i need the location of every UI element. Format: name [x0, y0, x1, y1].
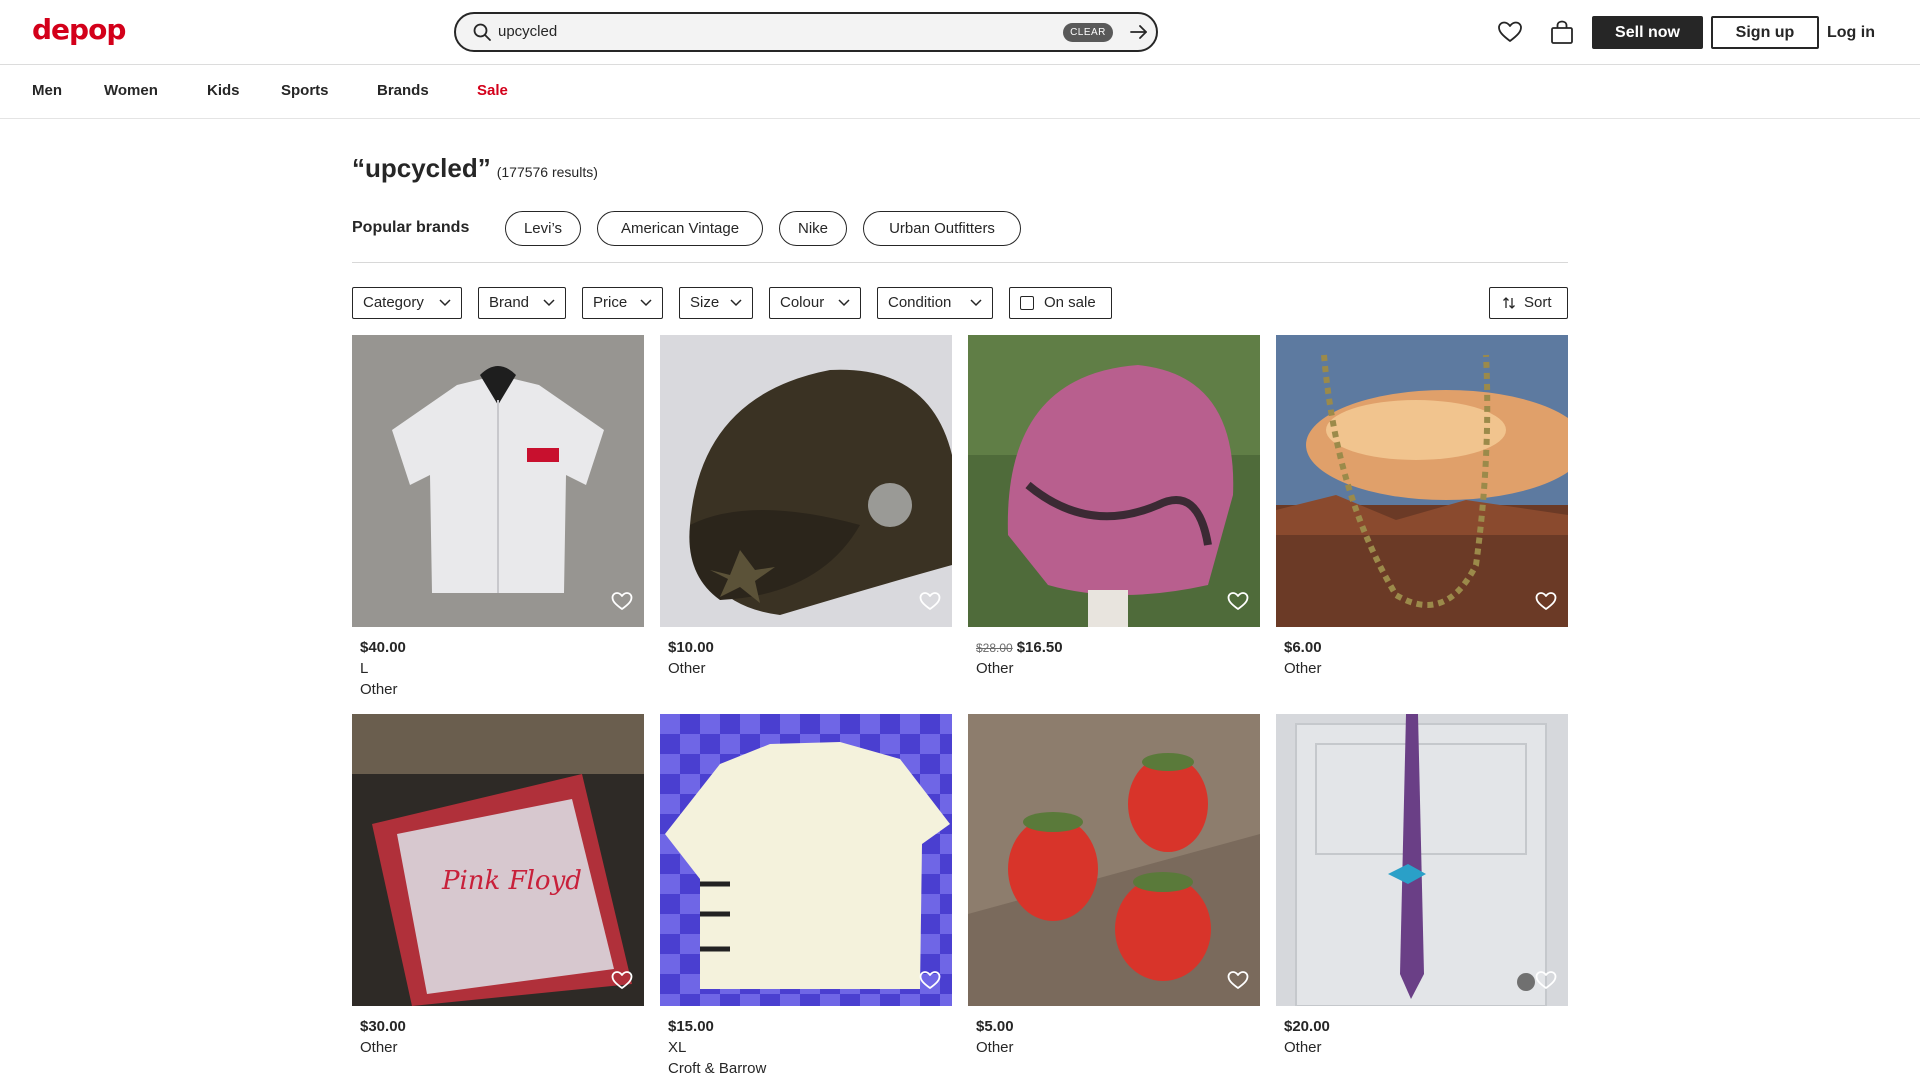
sort-icon	[1503, 297, 1515, 309]
product-brand: Other	[360, 681, 398, 698]
product-brand: Other	[668, 660, 706, 677]
sell-now-button[interactable]: Sell now	[1592, 16, 1703, 49]
product-image[interactable]	[1276, 335, 1568, 627]
top-bar: depop upcycled CLEAR Sell now Sign up Lo…	[0, 0, 1920, 65]
search-input[interactable]: upcycled	[498, 23, 557, 40]
product-image[interactable]	[968, 714, 1260, 1006]
heart-icon[interactable]	[1534, 589, 1558, 613]
product-price: $28.00 $16.50	[976, 639, 1063, 656]
filter-category[interactable]: Category	[352, 287, 462, 319]
product-photo-bead-necklace	[1276, 335, 1568, 627]
results-count: (177576 results)	[496, 164, 598, 180]
product-price: $6.00	[1284, 639, 1322, 656]
sign-up-button[interactable]: Sign up	[1711, 16, 1819, 49]
heart-icon[interactable]	[610, 968, 634, 992]
product-brand: Other	[1284, 1039, 1322, 1056]
log-in-link[interactable]: Log in	[1827, 16, 1875, 49]
product-size: L	[360, 660, 369, 677]
heart-icon[interactable]	[1226, 589, 1250, 613]
filter-brand[interactable]: Brand	[478, 287, 566, 319]
search-bar[interactable]: upcycled CLEAR	[454, 12, 1158, 52]
chevron-down-icon	[439, 299, 451, 307]
heart-icon[interactable]	[1226, 968, 1250, 992]
bag-icon[interactable]	[1548, 18, 1576, 46]
brand-pill-urban-outfitters[interactable]: Urban Outfitters	[863, 211, 1021, 246]
chevron-down-icon	[640, 299, 652, 307]
product-photo-pink-floyd-patch: Pink Floyd	[352, 714, 644, 1006]
chevron-down-icon	[730, 299, 742, 307]
heart-icon[interactable]	[918, 968, 942, 992]
product-brand: Other	[976, 1039, 1014, 1056]
heart-icon[interactable]	[1534, 968, 1558, 992]
filter-category-label: Category	[363, 294, 424, 311]
popular-brands-label: Popular brands	[352, 219, 470, 236]
product-price: $10.00	[668, 639, 714, 656]
heart-icon[interactable]	[610, 589, 634, 613]
product-photo-polo-shirt	[660, 714, 952, 1006]
nav-item-women[interactable]: Women	[104, 82, 158, 99]
clear-search-button[interactable]: CLEAR	[1063, 23, 1113, 42]
filter-condition-label: Condition	[888, 294, 952, 311]
results-heading: “upcycled” (177576 results)	[352, 153, 598, 184]
product-price: $20.00	[1284, 1018, 1330, 1035]
product-brand: Other	[360, 1039, 398, 1056]
sort-label: Sort	[1524, 294, 1552, 311]
search-query-title: “upcycled”	[352, 153, 491, 183]
sort-button[interactable]: Sort	[1489, 287, 1568, 319]
product-price: $30.00	[360, 1018, 406, 1035]
filter-brand-label: Brand	[489, 294, 530, 311]
product-photo-brown-cap	[660, 335, 952, 627]
product-photo-strawberry-earrings	[968, 714, 1260, 1006]
divider	[352, 262, 1568, 263]
filter-condition[interactable]: Condition	[877, 287, 993, 319]
nav-item-sports[interactable]: Sports	[281, 82, 329, 99]
product-photo-white-shirt	[352, 335, 644, 627]
product-size: XL	[668, 1039, 687, 1056]
search-icon	[473, 23, 491, 41]
filter-on-sale[interactable]: On sale	[1009, 287, 1112, 319]
chevron-down-icon	[970, 299, 982, 307]
product-brand: Croft & Barrow	[668, 1060, 767, 1077]
heart-icon[interactable]	[1496, 18, 1524, 46]
checkbox-icon[interactable]	[1020, 296, 1034, 310]
product-brand: Other	[1284, 660, 1322, 677]
product-image[interactable]	[968, 335, 1260, 627]
nav-item-kids[interactable]: Kids	[207, 82, 240, 99]
brand-pill-levis[interactable]: Levi’s	[505, 211, 581, 246]
product-price: $15.00	[668, 1018, 714, 1035]
filter-colour-label: Colour	[780, 294, 825, 311]
filter-price-label: Price	[593, 294, 628, 311]
product-image[interactable]	[660, 714, 952, 1006]
product-price: $40.00	[360, 639, 406, 656]
product-image[interactable]	[660, 335, 952, 627]
nav-item-brands[interactable]: Brands	[377, 82, 429, 99]
filter-size-label: Size	[690, 294, 720, 311]
chevron-down-icon	[838, 299, 850, 307]
product-sale-price: $16.50	[1016, 639, 1063, 656]
nav-item-sale[interactable]: Sale	[477, 82, 508, 99]
product-brand: Other	[976, 660, 1014, 677]
filter-on-sale-label: On sale	[1044, 294, 1096, 311]
product-original-price: $28.00	[976, 641, 1013, 655]
product-photo-pink-cap	[968, 335, 1260, 627]
filter-price[interactable]: Price	[582, 287, 663, 319]
product-image[interactable]: Pink Floyd	[352, 714, 644, 1006]
category-nav: Men Women Kids Sports Brands Sale	[0, 65, 1920, 119]
svg-text:Pink Floyd: Pink Floyd	[441, 866, 582, 896]
brand-pill-nike[interactable]: Nike	[779, 211, 847, 246]
product-photo-purple-tie	[1276, 714, 1568, 1006]
filter-size[interactable]: Size	[679, 287, 753, 319]
heart-icon[interactable]	[918, 589, 942, 613]
depop-logo[interactable]: depop	[32, 13, 126, 46]
product-image[interactable]	[352, 335, 644, 627]
brand-pill-american-vintage[interactable]: American Vintage	[597, 211, 763, 246]
nav-item-men[interactable]: Men	[32, 82, 62, 99]
product-image[interactable]	[1276, 714, 1568, 1006]
chevron-down-icon	[543, 299, 555, 307]
product-price: $5.00	[976, 1018, 1014, 1035]
arrow-right-icon[interactable]	[1128, 21, 1150, 43]
filter-colour[interactable]: Colour	[769, 287, 861, 319]
